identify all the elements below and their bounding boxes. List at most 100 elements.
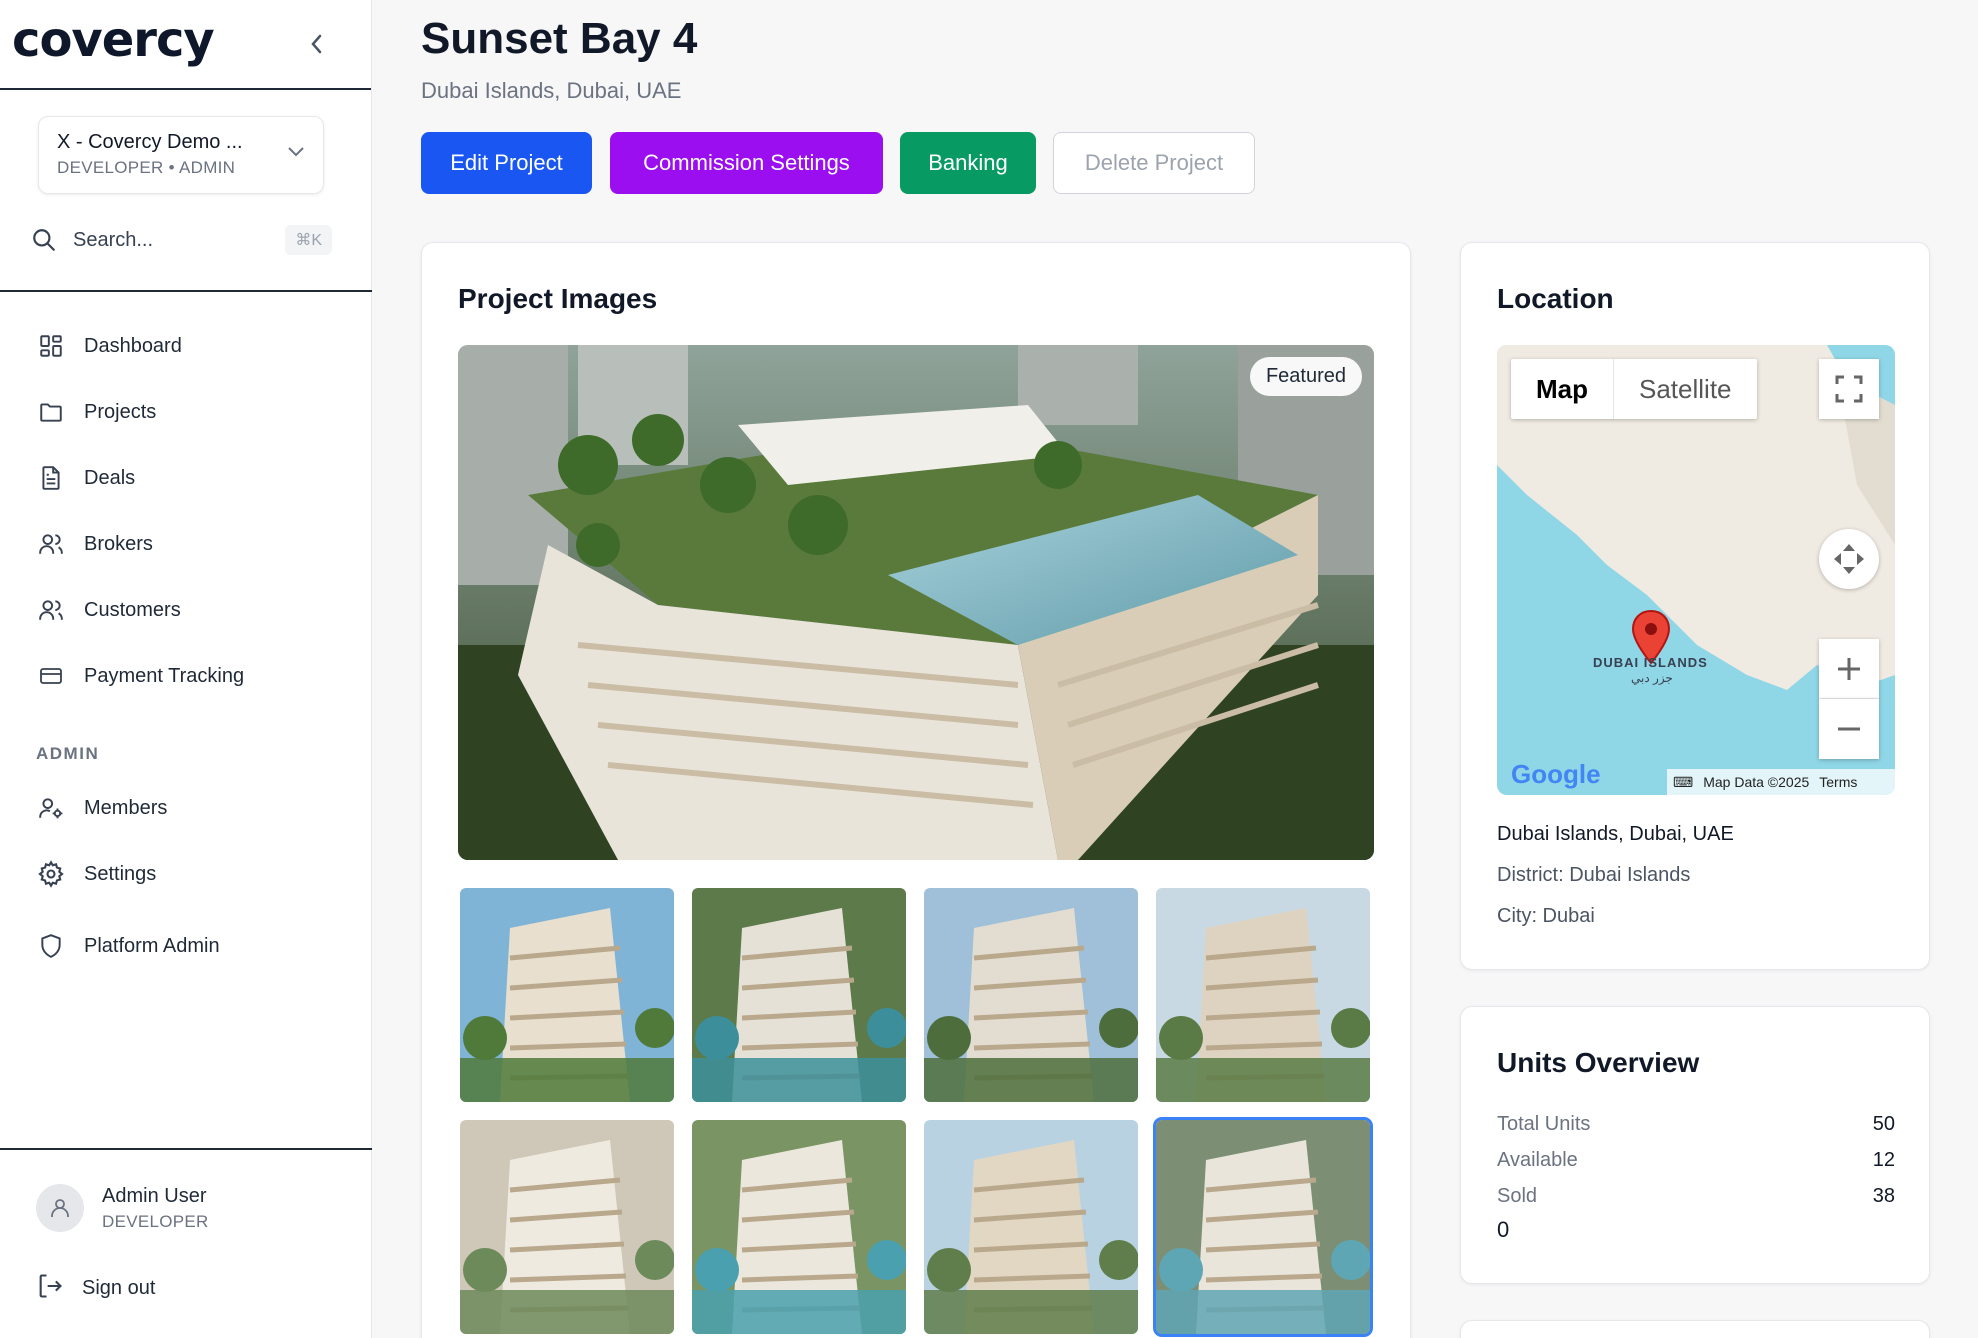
location-title: Location <box>1497 283 1614 314</box>
thumbnail-image <box>692 888 906 1102</box>
sidebar-item-label: Projects <box>84 400 157 423</box>
units-overview-card: Units Overview Total Units 50 Available … <box>1460 1006 1930 1284</box>
project-images-title: Project Images <box>458 283 658 314</box>
units-value: 38 <box>1872 1185 1895 1207</box>
thumbnail-image <box>924 888 1138 1102</box>
map-tab[interactable]: Map <box>1511 359 1613 419</box>
user-profile[interactable]: Admin User DEVELOPER <box>36 1184 209 1232</box>
image-thumbnail[interactable] <box>1156 888 1370 1102</box>
page-subtitle: Dubai Islands, Dubai, UAE <box>421 78 682 103</box>
sidebar-item-label: Payment Tracking <box>84 664 245 687</box>
units-label: Total Units <box>1497 1113 1591 1135</box>
avatar <box>36 1184 84 1232</box>
units-value: 12 <box>1872 1149 1895 1171</box>
location-card: Location Map Satellite DUBAI ISLANDS جزر… <box>1460 242 1930 970</box>
map-place-label: DUBAI ISLANDS <box>1593 655 1708 670</box>
zoom-out-button[interactable] <box>1819 699 1879 759</box>
page-title: Sunset Bay 4 <box>421 14 698 63</box>
credit-card-icon <box>36 661 66 691</box>
divider <box>0 290 372 292</box>
org-name: X - Covercy Demo ... <box>57 131 243 153</box>
sidebar-item-projects[interactable]: Projects <box>36 392 156 432</box>
map-attribution: ⌨ Map Data ©2025 Terms <box>1667 769 1895 795</box>
units-overview-title: Units Overview <box>1497 1047 1700 1078</box>
pan-control[interactable] <box>1819 529 1879 589</box>
image-thumbnail[interactable] <box>460 888 674 1102</box>
users-icon <box>36 595 66 625</box>
image-thumbnail[interactable] <box>1153 1117 1373 1337</box>
thumbnail-image <box>460 888 674 1102</box>
sidebar-item-label: Platform Admin <box>84 934 220 957</box>
sidebar-item-platform-admin[interactable]: Platform Admin <box>36 926 220 966</box>
sidebar-item-dashboard[interactable]: Dashboard <box>36 326 182 366</box>
search-icon <box>33 229 55 251</box>
thumbnail-image <box>692 1120 906 1334</box>
delete-project-button[interactable]: Delete Project <box>1053 132 1255 194</box>
gear-icon <box>36 859 66 889</box>
zoom-in-button[interactable] <box>1819 639 1879 699</box>
thumbnail-image <box>924 1120 1138 1334</box>
image-thumbnail[interactable] <box>460 1120 674 1334</box>
minus-icon <box>1838 727 1860 731</box>
keyboard-icon[interactable]: ⌨ <box>1673 774 1693 791</box>
folder-icon <box>36 397 66 427</box>
terms-link[interactable]: Terms <box>1819 774 1857 790</box>
map-place-label-arabic: جزر دبي <box>1631 671 1673 685</box>
units-label: Available <box>1497 1149 1578 1171</box>
org-role: DEVELOPER • ADMIN <box>57 158 236 177</box>
image-thumbnail[interactable] <box>924 888 1138 1102</box>
collapse-sidebar-button[interactable] <box>301 28 333 60</box>
next-card <box>1460 1320 1930 1338</box>
dashboard-icon <box>36 331 66 361</box>
units-row-total: Total Units 50 <box>1497 1113 1895 1136</box>
sidebar-item-settings[interactable]: Settings <box>36 854 156 894</box>
map-data-label: Map Data ©2025 <box>1703 774 1810 790</box>
pan-arrows-icon <box>1834 544 1864 574</box>
sidebar-item-customers[interactable]: Customers <box>36 590 181 630</box>
sidebar-item-brokers[interactable]: Brokers <box>36 524 153 564</box>
sign-out-button[interactable]: Sign out <box>36 1272 155 1305</box>
divider <box>0 1148 372 1150</box>
user-role: DEVELOPER <box>102 1211 209 1231</box>
covercy-logo[interactable]: covercy <box>12 12 215 68</box>
chevron-down-icon <box>288 147 304 157</box>
sidebar-item-label: Deals <box>84 466 136 489</box>
satellite-tab[interactable]: Satellite <box>1613 359 1757 419</box>
featured-image[interactable]: Featured <box>458 345 1374 860</box>
edit-project-button[interactable]: Edit Project <box>421 132 592 194</box>
featured-badge: Featured <box>1249 357 1362 396</box>
units-value: 50 <box>1872 1113 1895 1135</box>
logo-row: covercy <box>0 0 371 90</box>
google-logo: Google <box>1511 759 1601 789</box>
chevron-left-icon <box>311 34 322 54</box>
image-thumbnail[interactable] <box>924 1120 1138 1334</box>
user-icon <box>51 1199 69 1217</box>
document-icon <box>36 463 66 493</box>
commission-settings-button[interactable]: Commission Settings <box>610 132 883 194</box>
map-type-toggle: Map Satellite <box>1511 359 1757 419</box>
sidebar-item-deals[interactable]: Deals <box>36 458 135 498</box>
sidebar-item-members[interactable]: Members <box>36 788 167 828</box>
shield-icon <box>36 931 66 961</box>
search-placeholder: Search... <box>73 228 154 251</box>
units-row-sold: Sold 38 <box>1497 1185 1895 1208</box>
sidebar-item-payment-tracking[interactable]: Payment Tracking <box>36 656 244 696</box>
thumbnail-image <box>460 1120 674 1334</box>
image-thumbnail[interactable] <box>692 888 906 1102</box>
sidebar-item-label: Brokers <box>84 532 153 555</box>
sign-out-label: Sign out <box>82 1277 156 1299</box>
search-bar[interactable]: Search... ⌘K <box>30 222 332 258</box>
location-address: Dubai Islands, Dubai, UAE <box>1497 823 1734 845</box>
fullscreen-button[interactable] <box>1819 359 1879 419</box>
banking-button[interactable]: Banking <box>900 132 1036 194</box>
organization-switcher[interactable]: X - Covercy Demo ... DEVELOPER • ADMIN <box>38 116 324 194</box>
sidebar-item-label: Members <box>84 796 168 819</box>
image-thumbnail[interactable] <box>692 1120 906 1334</box>
sidebar-item-label: Customers <box>84 598 181 621</box>
sidebar: covercy X - Covercy Demo ... DEVELOPER •… <box>0 0 372 1338</box>
sidebar-item-label: Settings <box>84 862 157 885</box>
location-map[interactable]: Map Satellite DUBAI ISLANDS جزر دبي Goog… <box>1497 345 1895 795</box>
plus-icon <box>1838 657 1860 680</box>
sidebar-item-label: Dashboard <box>84 334 182 357</box>
fullscreen-icon <box>1835 375 1863 403</box>
